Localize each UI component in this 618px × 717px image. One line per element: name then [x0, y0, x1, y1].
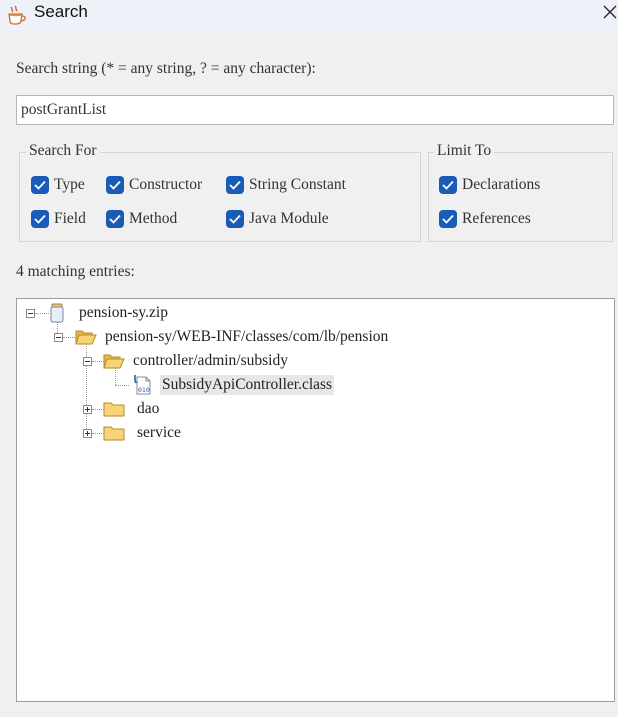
tree-node-label: pension-sy/WEB-INF/classes/com/lb/pensio…	[105, 328, 389, 345]
checkbox-label: String Constant	[249, 176, 346, 193]
limit-to-title: Limit To	[434, 142, 495, 160]
checkbox-type[interactable]: Type	[31, 175, 85, 195]
tree-node-label: SubsidyApiController.class	[160, 375, 335, 395]
checkbox-label: References	[462, 210, 531, 227]
tree-node-package[interactable]: pension-sy/WEB-INF/classes/com/lb/pensio…	[75, 326, 390, 348]
checkbox-field[interactable]: Field	[31, 209, 86, 229]
checkbox-label: Constructor	[129, 176, 203, 193]
tree-node-folder-service[interactable]: service	[103, 422, 183, 444]
folder-open-icon	[75, 330, 97, 345]
close-icon	[603, 5, 617, 19]
window-title: Search	[34, 2, 88, 21]
folder-icon	[103, 402, 125, 417]
expand-toggle[interactable]	[83, 405, 92, 414]
folder-open-icon	[103, 354, 125, 369]
results-tree[interactable]: pension-sy.zip pension-sy/WEB-INF/classe…	[16, 298, 615, 702]
tree-connector	[63, 337, 75, 338]
tree-node-folder-dao[interactable]: dao	[103, 398, 161, 420]
tree-node-label: service	[137, 424, 181, 441]
tree-node-label: pension-sy.zip	[79, 304, 168, 321]
search-string-label: Search string (* = any string, ? = any c…	[16, 60, 316, 77]
checkbox-checked-icon	[106, 176, 124, 194]
tree-connector	[35, 313, 49, 314]
checkbox-label: Java Module	[249, 210, 329, 227]
title-bar: Search	[0, 0, 618, 34]
checkbox-label: Method	[129, 210, 178, 227]
collapse-toggle[interactable]	[26, 309, 35, 318]
checkbox-checked-icon	[31, 176, 49, 194]
checkbox-label: Declarations	[462, 176, 541, 193]
collapse-toggle[interactable]	[54, 333, 63, 342]
checkbox-references[interactable]: References	[439, 209, 531, 229]
checkbox-checked-icon	[439, 176, 457, 194]
tree-node-label: controller/admin/subsidy	[133, 352, 288, 369]
checkbox-declarations[interactable]: Declarations	[439, 175, 540, 195]
tree-connector	[115, 385, 129, 386]
search-for-group: Search For Type Constructor String Const…	[19, 142, 421, 242]
coffee-cup-icon	[8, 5, 26, 25]
limit-to-group: Limit To Declarations References	[428, 142, 613, 242]
checkbox-label: Field	[54, 210, 86, 227]
jar-icon	[50, 303, 64, 323]
search-for-title: Search For	[26, 142, 100, 160]
checkbox-checked-icon	[439, 210, 457, 228]
checkbox-java-module[interactable]: Java Module	[226, 209, 329, 229]
folder-icon	[103, 426, 125, 441]
collapse-toggle[interactable]	[83, 357, 92, 366]
checkbox-checked-icon	[226, 210, 244, 228]
checkbox-string-constant[interactable]: String Constant	[226, 175, 346, 195]
tree-node-archive[interactable]: pension-sy.zip	[49, 302, 170, 324]
checkbox-method[interactable]: Method	[106, 209, 177, 229]
tree-node-class[interactable]: 010 SubsidyApiController.class	[133, 374, 335, 396]
tree-node-label: dao	[137, 400, 160, 417]
checkbox-checked-icon	[226, 176, 244, 194]
checkbox-checked-icon	[31, 210, 49, 228]
class-file-icon: 010	[134, 375, 151, 395]
svg-text:010: 010	[138, 386, 150, 394]
close-button[interactable]	[600, 0, 618, 26]
matching-entries-label: 4 matching entries:	[16, 263, 135, 280]
search-input[interactable]	[16, 95, 614, 125]
tree-node-folder[interactable]: controller/admin/subsidy	[103, 350, 290, 372]
expand-toggle[interactable]	[83, 429, 92, 438]
checkbox-constructor[interactable]: Constructor	[106, 175, 202, 195]
checkbox-label: Type	[54, 176, 85, 193]
checkbox-checked-icon	[106, 210, 124, 228]
